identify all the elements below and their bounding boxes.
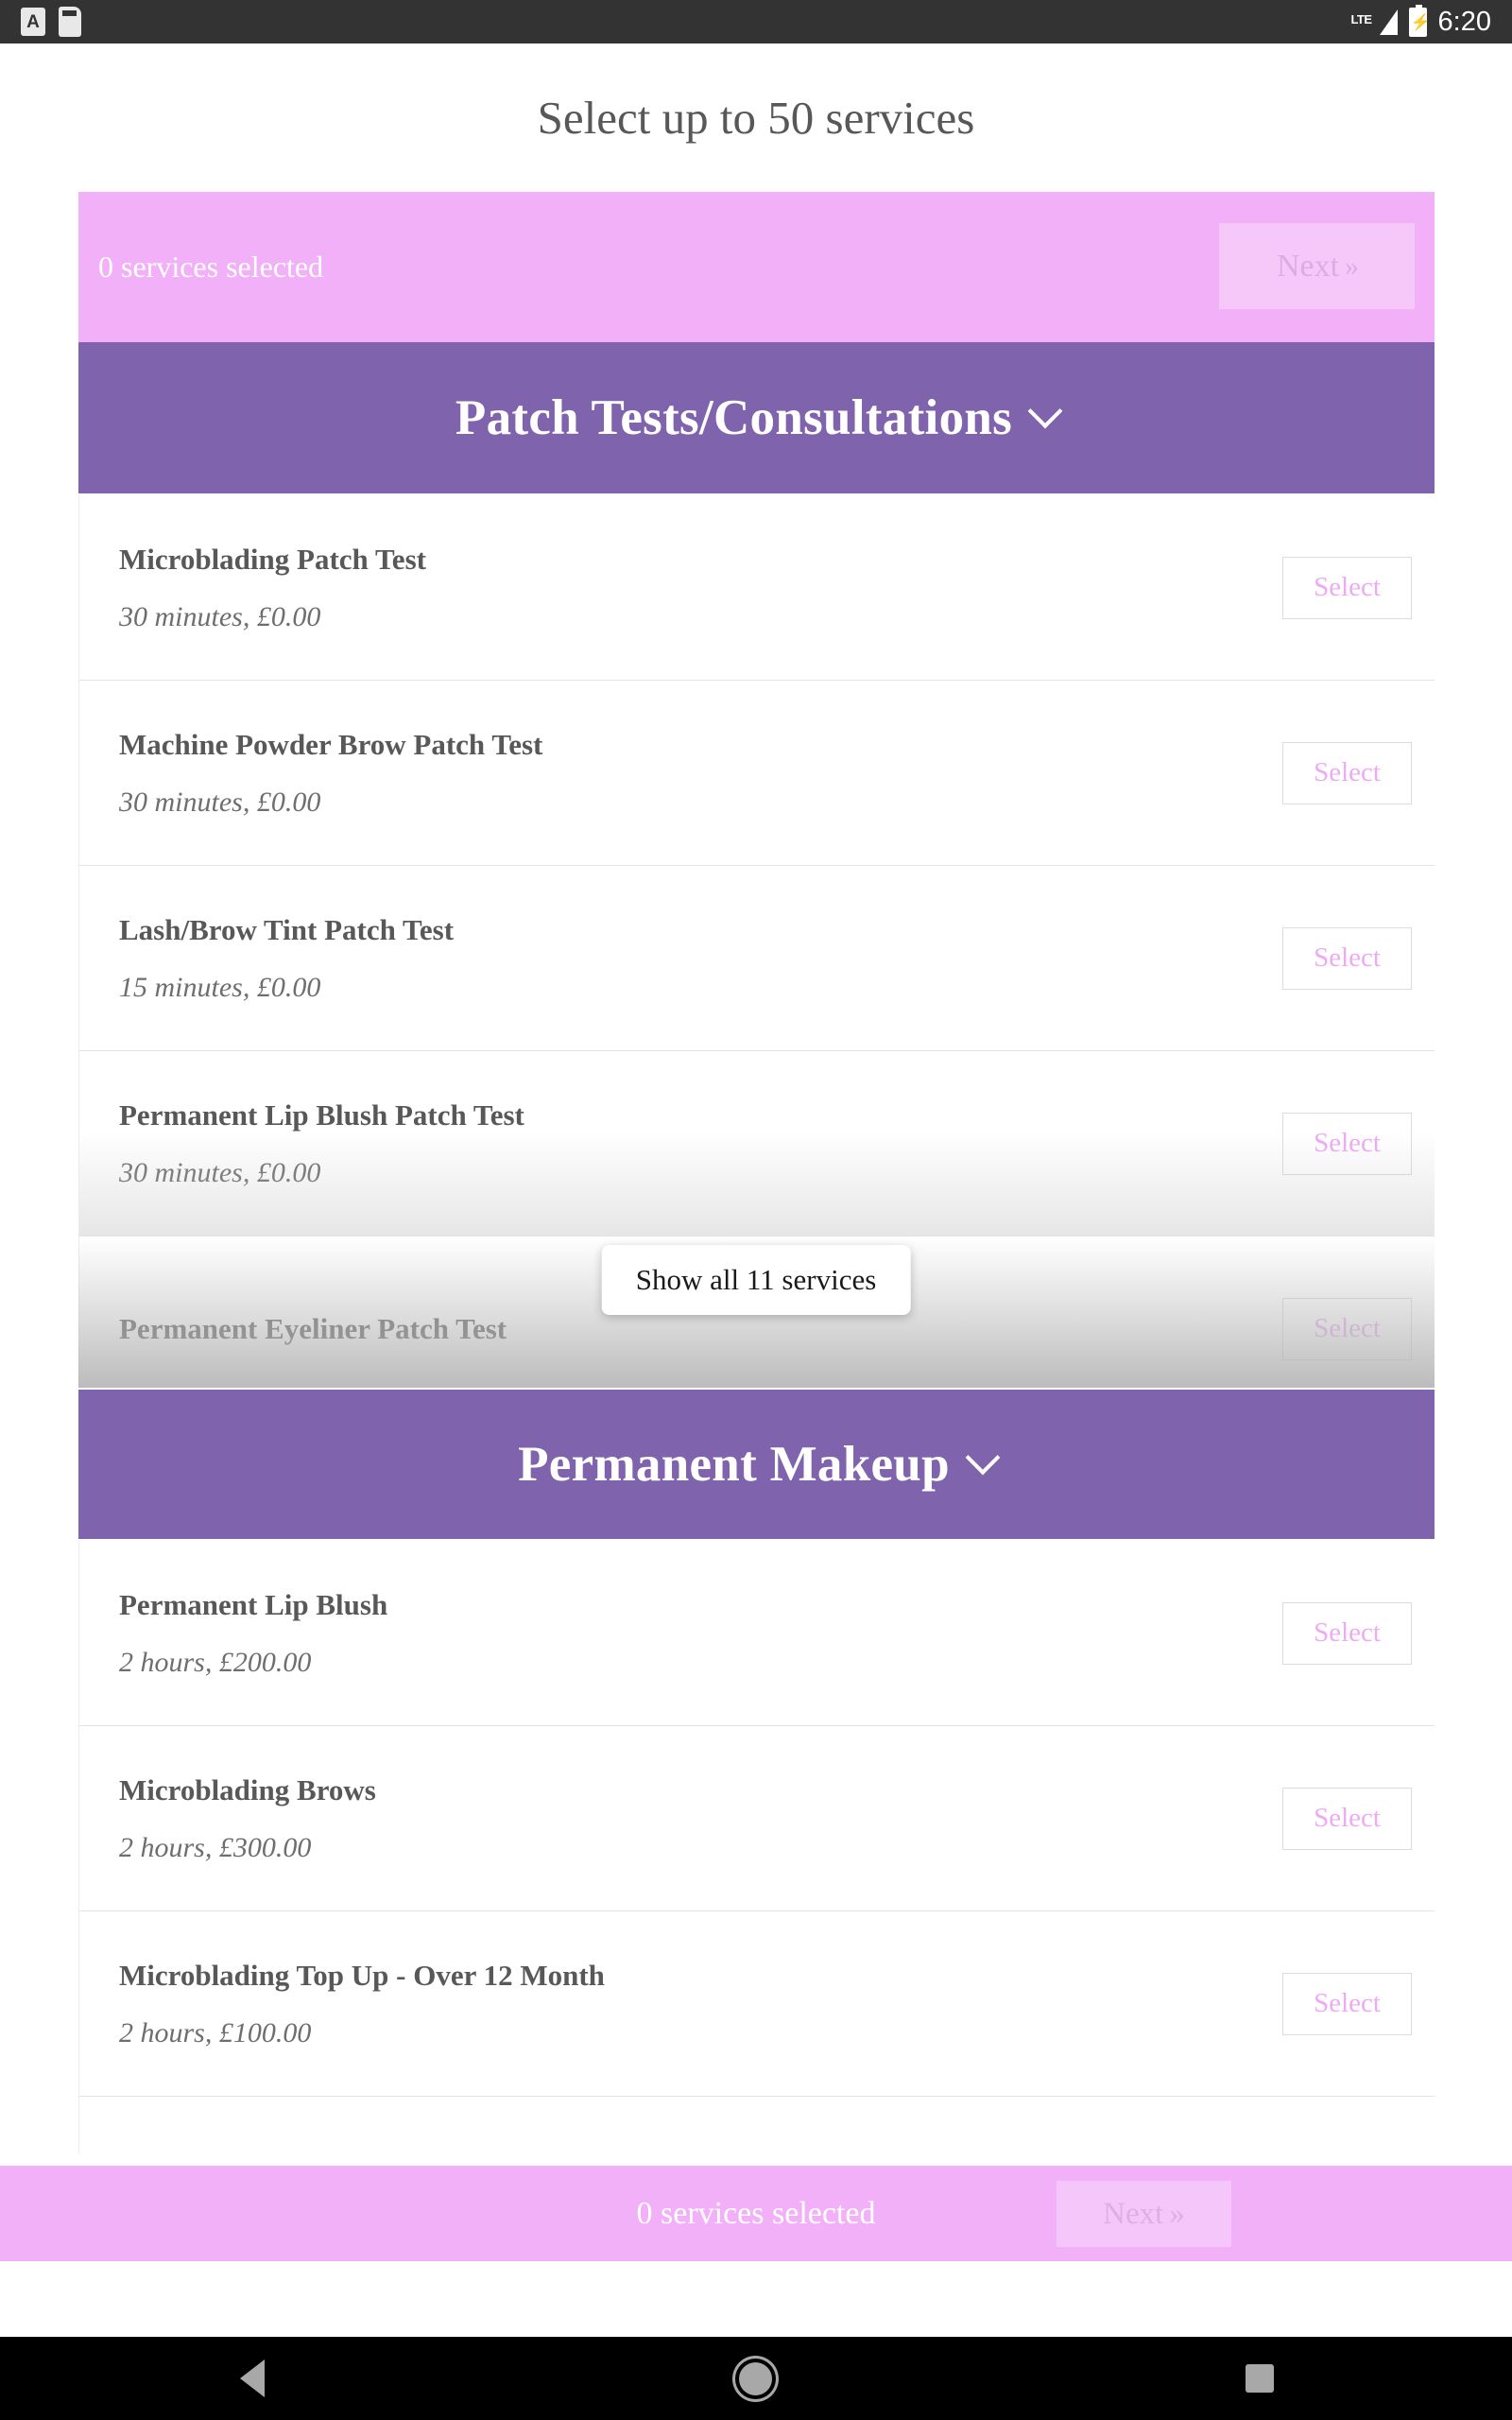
- status-bar-right-icons: LTE ⚡ 6:20: [1350, 4, 1491, 38]
- select-button[interactable]: Select: [1282, 1972, 1412, 2035]
- double-chevron-right-icon: »: [1345, 250, 1359, 282]
- section-title: Permanent Makeup: [518, 1437, 950, 1492]
- bottom-next-button-label: Next: [1103, 2196, 1164, 2231]
- select-button[interactable]: Select: [1282, 1787, 1412, 1850]
- show-all-services-button[interactable]: Show all 11 services: [601, 1245, 911, 1315]
- select-button[interactable]: Select: [1282, 926, 1412, 990]
- service-row[interactable]: Lash/Brow Tint Patch Test 15 minutes, £0…: [78, 866, 1435, 1051]
- lte-label: LTE: [1350, 11, 1372, 26]
- page-title: Select up to 50 services: [537, 92, 975, 144]
- service-info: Microblading Top Up - Over 12 Month 2 ho…: [119, 1959, 605, 2049]
- status-bar-clock: 6:20: [1437, 6, 1491, 37]
- service-name: Permanent Lip Blush Patch Test: [119, 1098, 524, 1132]
- service-list-permanent-makeup: Permanent Lip Blush 2 hours, £200.00 Sel…: [78, 1541, 1435, 2153]
- service-row[interactable]: Permanent Lip Blush Patch Test 30 minute…: [78, 1051, 1435, 1236]
- select-button[interactable]: Select: [1282, 1601, 1412, 1665]
- service-name: Machine Powder Brow Patch Test: [119, 727, 543, 761]
- nav-back-button[interactable]: [3, 2360, 502, 2397]
- service-row-partial[interactable]: [78, 2097, 1435, 2153]
- signal-bars-icon: [1379, 9, 1398, 35]
- service-duration-price: 15 minutes, £0.00: [119, 971, 321, 1003]
- service-row[interactable]: Microblading Top Up - Over 12 Month 2 ho…: [78, 1911, 1435, 2097]
- nav-home-button[interactable]: [507, 2361, 1005, 2395]
- bottom-selection-bar: 0 services selected Next »: [0, 2166, 1512, 2261]
- service-name: Permanent Lip Blush: [119, 1587, 388, 1621]
- service-name: Microblading Brows: [119, 1772, 376, 1806]
- select-button[interactable]: Select: [1282, 1297, 1412, 1360]
- service-duration-price: 2 hours, £300.00: [119, 1831, 312, 1863]
- service-info: Microblading Brows 2 hours, £300.00: [119, 1773, 376, 1864]
- service-row[interactable]: Machine Powder Brow Patch Test 30 minute…: [78, 681, 1435, 866]
- services-card: 0 services selected Next » Patch Tests/C…: [78, 192, 1435, 2153]
- service-name: Microblading Top Up - Over 12 Month: [119, 1958, 605, 1992]
- service-info: Lash/Brow Tint Patch Test 15 minutes, £0…: [119, 913, 454, 1004]
- service-duration-price: 30 minutes, £0.00: [119, 600, 321, 632]
- status-bar-left-icons: A: [21, 7, 81, 37]
- chevron-down-icon: [965, 1440, 1001, 1476]
- app-screen: A LTE ⚡ 6:20 Select up to 50 services 0 …: [0, 0, 1512, 2420]
- service-duration-price: 2 hours, £200.00: [119, 1646, 312, 1678]
- back-triangle-icon: [239, 2360, 265, 2397]
- section-title: Patch Tests/Consultations: [455, 390, 1013, 445]
- recents-square-icon: [1246, 2364, 1275, 2393]
- service-row[interactable]: Permanent Lip Blush 2 hours, £200.00 Sel…: [78, 1541, 1435, 1726]
- service-info: Machine Powder Brow Patch Test 30 minute…: [119, 728, 542, 819]
- selection-summary-bar: 0 services selected Next »: [78, 192, 1435, 342]
- next-button-label: Next: [1276, 248, 1340, 284]
- service-info: Permanent Lip Blush Patch Test 30 minute…: [119, 1098, 524, 1189]
- section-header-patch-tests[interactable]: Patch Tests/Consultations: [78, 342, 1435, 495]
- sim-card-icon: [59, 7, 81, 37]
- battery-charging-icon: ⚡: [1408, 4, 1431, 37]
- text-input-a-icon: A: [21, 8, 45, 36]
- service-name: Lash/Brow Tint Patch Test: [119, 912, 455, 946]
- select-button[interactable]: Select: [1282, 556, 1412, 619]
- android-status-bar: A LTE ⚡ 6:20: [0, 0, 1512, 43]
- charging-bolt-icon: ⚡: [1410, 12, 1431, 31]
- service-name: Permanent Eyeliner Patch Test: [119, 1311, 507, 1345]
- service-row[interactable]: Microblading Patch Test 30 minutes, £0.0…: [78, 495, 1435, 681]
- service-row[interactable]: Microblading Brows 2 hours, £300.00 Sele…: [78, 1726, 1435, 1911]
- service-info: Permanent Eyeliner Patch Test: [119, 1312, 507, 1346]
- service-info: Permanent Lip Blush 2 hours, £200.00: [119, 1588, 387, 1679]
- select-button[interactable]: Select: [1282, 741, 1412, 804]
- home-circle-icon: [739, 2361, 773, 2395]
- double-chevron-right-icon: »: [1169, 2196, 1185, 2231]
- chevron-down-icon: [1027, 393, 1063, 429]
- service-duration-price: 30 minutes, £0.00: [119, 786, 321, 818]
- android-nav-bar: [0, 2337, 1512, 2420]
- selection-count-label: 0 services selected: [98, 250, 324, 284]
- service-duration-price: 2 hours, £100.00: [119, 2016, 312, 2048]
- bottom-selection-count-label: 0 services selected: [636, 2195, 876, 2231]
- bottom-next-button[interactable]: Next »: [1057, 2181, 1231, 2247]
- select-button[interactable]: Select: [1282, 1112, 1412, 1175]
- section-header-permanent-makeup[interactable]: Permanent Makeup: [78, 1388, 1435, 1541]
- nav-recents-button[interactable]: [1010, 2364, 1509, 2393]
- next-button[interactable]: Next »: [1219, 223, 1415, 309]
- service-info: Microblading Patch Test 30 minutes, £0.0…: [119, 543, 426, 633]
- service-duration-price: 30 minutes, £0.00: [119, 1156, 321, 1188]
- service-name: Microblading Patch Test: [119, 542, 426, 576]
